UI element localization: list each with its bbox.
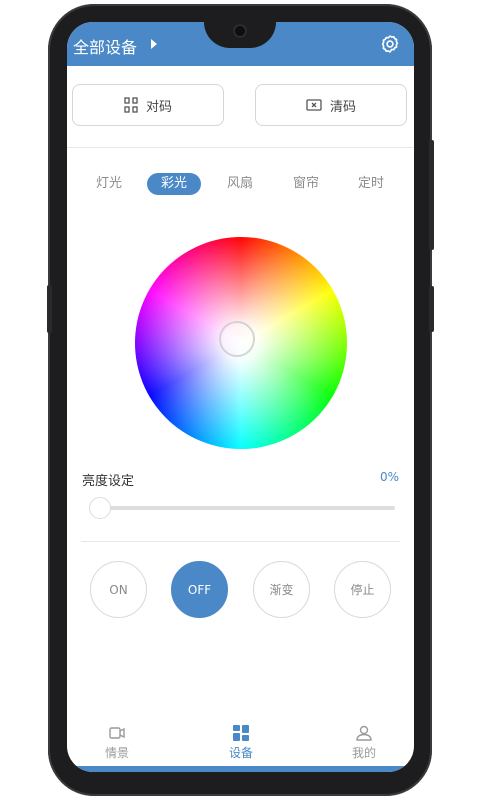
- nav-scene-label: 情景: [104, 746, 129, 760]
- tab-curtain[interactable]: 窗帘: [279, 173, 333, 195]
- off-button[interactable]: OFF: [171, 561, 228, 618]
- chevron-right-icon[interactable]: [151, 39, 157, 49]
- nav-devices[interactable]: 设备: [211, 724, 271, 761]
- device-grid-icon: [233, 725, 249, 741]
- camera-icon: [233, 24, 247, 38]
- section-divider: [67, 147, 414, 148]
- bottom-accent-strip: [67, 766, 414, 772]
- user-icon: [356, 725, 372, 741]
- controls-divider: [81, 541, 400, 542]
- power-button: [429, 140, 434, 250]
- scene-icon: [109, 727, 125, 739]
- tab-timer[interactable]: 定时: [344, 173, 398, 195]
- side-key: [429, 286, 434, 332]
- brightness-slider-track[interactable]: [103, 506, 395, 510]
- tab-fan[interactable]: 风扇: [213, 173, 267, 195]
- fade-button[interactable]: 渐变: [253, 561, 310, 618]
- on-button[interactable]: ON: [90, 561, 147, 618]
- brightness-slider-thumb[interactable]: [89, 497, 111, 519]
- nav-profile[interactable]: 我的: [334, 724, 394, 761]
- tab-color-light[interactable]: 彩光: [147, 173, 201, 195]
- nav-profile-label: 我的: [351, 746, 376, 760]
- stop-button[interactable]: 停止: [334, 561, 391, 618]
- device-scope-title[interactable]: 全部设备: [73, 34, 137, 58]
- clear-label: 清码: [329, 99, 356, 115]
- pair-button[interactable]: 对码: [72, 84, 224, 126]
- clear-icon: [306, 99, 322, 111]
- app-screen: 全部设备 对码 清码 灯光 彩光 风扇 窗帘 定时 亮度设定 0% ON OFF…: [67, 22, 414, 772]
- pair-label: 对码: [145, 99, 172, 115]
- color-picker-handle[interactable]: [219, 321, 255, 357]
- brightness-label: 亮度设定: [82, 474, 135, 489]
- nav-scene[interactable]: 情景: [87, 724, 147, 761]
- brightness-value: 0%: [380, 470, 400, 484]
- pair-icon: [124, 97, 138, 113]
- nav-devices-label: 设备: [228, 746, 253, 760]
- clear-code-button[interactable]: 清码: [255, 84, 407, 126]
- tab-lighting[interactable]: 灯光: [82, 173, 136, 195]
- gear-icon[interactable]: [380, 34, 400, 54]
- volume-button: [47, 285, 52, 333]
